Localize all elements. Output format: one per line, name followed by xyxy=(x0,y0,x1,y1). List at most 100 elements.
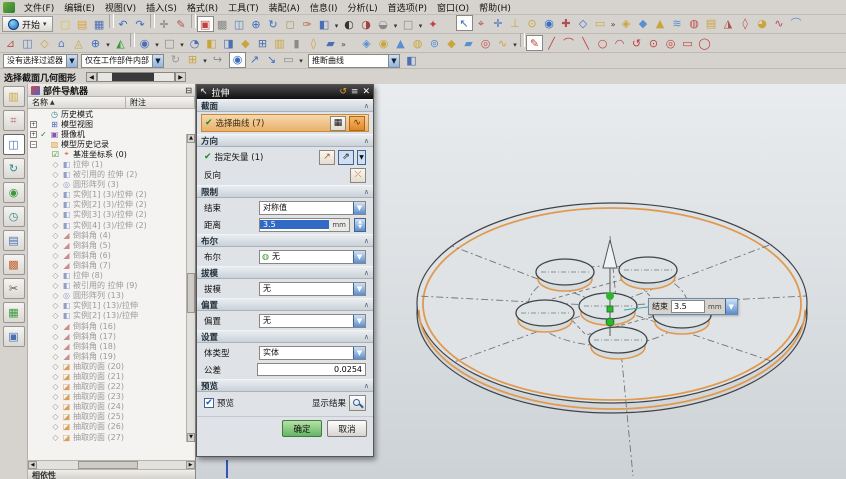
scrollbar-thumb[interactable] xyxy=(78,461,138,469)
menu-item[interactable]: 分析(L) xyxy=(343,3,383,15)
boolean-group-header[interactable]: 布尔 ∧ xyxy=(197,234,373,247)
toolbar-icon[interactable]: ◫ xyxy=(231,16,248,32)
toolbar-icon[interactable]: ◆ xyxy=(237,35,254,51)
settings-group-header[interactable]: 设置 ∧ xyxy=(197,330,373,343)
selection-scope-dropdown[interactable]: 仅在工作部件内部 ▼ xyxy=(81,54,164,68)
toolbar-icon[interactable]: ◍ xyxy=(686,15,703,31)
curve-rule-dropdown[interactable]: 推断曲线 ▼ xyxy=(308,54,400,68)
toolbar-icon[interactable]: ✎ xyxy=(526,35,543,51)
tree-item[interactable]: ◇ ◢ 倒斜角 (4) xyxy=(30,230,195,240)
menu-item[interactable]: 视图(V) xyxy=(100,3,141,15)
toolbar-icon[interactable]: ↪ xyxy=(209,52,226,68)
pager-track[interactable] xyxy=(97,72,175,82)
toolbar-icon[interactable]: ∿ xyxy=(771,15,788,31)
feature-state-icon[interactable]: ◇ xyxy=(51,221,60,230)
toolbar-icon[interactable]: ◈ xyxy=(358,35,375,51)
toolbar-icon[interactable]: ↻ xyxy=(167,52,184,68)
toolbar-icon[interactable]: ✛ xyxy=(156,16,173,32)
feature-state-icon[interactable]: ◇ xyxy=(51,322,60,331)
toolbar-icon[interactable]: ▣ xyxy=(197,16,214,32)
toolbar-icon[interactable]: ▲ xyxy=(652,15,669,31)
expand-toggle-icon[interactable] xyxy=(42,393,49,400)
toolbar-icon[interactable]: □ xyxy=(400,16,417,32)
feature-state-icon[interactable]: ◇ xyxy=(51,281,60,290)
toolbar-icon[interactable]: ◉ xyxy=(541,15,558,31)
menu-item[interactable]: 窗口(O) xyxy=(432,3,474,15)
expand-toggle-icon[interactable] xyxy=(42,373,49,380)
expand-toggle-icon[interactable] xyxy=(42,262,49,269)
tree-item[interactable]: ◇ ◢ 倒斜角 (17) xyxy=(30,331,195,341)
toolbar-icon[interactable]: ▲ xyxy=(392,35,409,51)
pager-left-button[interactable]: ◀ xyxy=(86,72,97,82)
toolbar-icon[interactable]: ↘ xyxy=(263,52,280,68)
toolbar-icon[interactable] xyxy=(150,14,155,28)
expand-toggle-icon[interactable] xyxy=(42,242,49,249)
tree-item[interactable]: ◇ ◎ 圆形阵列 (3) xyxy=(30,180,195,190)
section-dialog-button[interactable]: ▦ xyxy=(330,116,346,131)
toolbar-icon[interactable]: ◇ xyxy=(575,15,592,31)
toolbar-icon[interactable]: ≋ xyxy=(669,15,686,31)
feature-state-icon[interactable]: ☑ xyxy=(51,150,60,159)
feature-state-icon[interactable]: ◇ xyxy=(51,251,60,260)
toolbar-icon[interactable]: ✚ xyxy=(558,15,575,31)
toolbar-icon[interactable]: ◇ xyxy=(36,35,53,51)
toolbar-icon[interactable]: ◒ xyxy=(375,16,392,32)
tree-item[interactable]: + ⊞ 模型视图 xyxy=(30,119,195,129)
distance-input[interactable]: 3.5 mm xyxy=(259,218,350,232)
toolbar-icon[interactable]: ▾ xyxy=(201,54,209,70)
tree-item[interactable]: ◇ ◪ 抽取的面 (27) xyxy=(30,432,195,442)
tree-horizontal-scrollbar[interactable]: ◀ ▶ xyxy=(28,460,195,469)
toolbar-icon[interactable]: ▾ xyxy=(511,37,519,53)
start-button[interactable]: 开始 ▾ xyxy=(2,16,53,32)
scroll-right-icon[interactable]: ▶ xyxy=(186,461,195,469)
toolbar-icon[interactable]: ▮ xyxy=(288,35,305,51)
toolbar-icon[interactable]: ⊕ xyxy=(248,16,265,32)
toolbar-icon[interactable]: ⊙ xyxy=(645,35,662,51)
offset-group-header[interactable]: 偏置 ∧ xyxy=(197,298,373,311)
expand-toggle-icon[interactable] xyxy=(42,423,49,430)
toolbar-icon[interactable]: ⊕ xyxy=(87,35,104,51)
expand-toggle-icon[interactable] xyxy=(42,403,49,410)
toolbar-icon[interactable]: ◔ xyxy=(186,35,203,51)
tree-item[interactable]: ◇ ◧ 实例[1] (3)/拉伸 (2) xyxy=(30,190,195,200)
feature-state-icon[interactable]: ◇ xyxy=(51,392,60,401)
toolbar-icon[interactable]: ◊ xyxy=(737,15,754,31)
onscreen-input-value[interactable]: 3.5 xyxy=(671,300,705,313)
toolbar-icon[interactable]: ◊ xyxy=(305,35,322,51)
cancel-button[interactable]: 取消 xyxy=(327,420,367,437)
toolbar-icon[interactable]: ◬ xyxy=(70,35,87,51)
scrollbar-thumb[interactable] xyxy=(187,273,195,313)
expand-toggle-icon[interactable] xyxy=(42,302,49,309)
toolbar-icon[interactable]: ✛ xyxy=(490,15,507,31)
toolbar-icon[interactable]: ◆ xyxy=(635,15,652,31)
toolbar-icon[interactable]: » xyxy=(609,17,618,33)
toolbar-icon[interactable]: ↶ xyxy=(115,16,132,32)
expand-toggle-icon[interactable] xyxy=(42,272,49,279)
menu-item[interactable]: 信息(I) xyxy=(305,3,343,15)
expand-toggle-icon[interactable] xyxy=(42,201,49,208)
expand-toggle-icon[interactable]: + xyxy=(30,131,37,138)
toolbar-icon[interactable]: ▦ xyxy=(91,16,108,32)
feature-state-icon[interactable]: ◇ xyxy=(51,190,60,199)
expand-toggle-icon[interactable] xyxy=(42,413,49,420)
tree-item[interactable]: ◇ ◧ 被引用的 拉伸 (9) xyxy=(30,281,195,291)
end-limit-dropdown[interactable]: 对称值 ▼ xyxy=(259,201,366,215)
menu-item[interactable]: 插入(S) xyxy=(141,3,182,15)
tree-item[interactable]: ◇ ◢ 倒斜角 (6) xyxy=(30,250,195,260)
expand-toggle-icon[interactable] xyxy=(42,151,49,158)
scroll-down-icon[interactable]: ▼ xyxy=(187,433,195,442)
tree-item[interactable]: ◇ ◪ 抽取的面 (20) xyxy=(30,361,195,371)
expand-toggle-icon[interactable] xyxy=(42,434,49,441)
toolbar-icon[interactable]: ↖ xyxy=(456,15,473,31)
resource-tab[interactable]: ▩ xyxy=(3,254,25,275)
toolbar-icon[interactable]: □ xyxy=(161,35,178,51)
tree-item[interactable]: ◇ ◧ 实例[4] (3)/拉伸 (2) xyxy=(30,220,195,230)
chevron-down-icon[interactable]: ▼ xyxy=(725,299,737,314)
tree-item[interactable]: ◇ ◪ 抽取的面 (21) xyxy=(30,371,195,381)
tree-item[interactable]: ◇ ◪ 抽取的面 (25) xyxy=(30,412,195,422)
toolbar-icon[interactable]: ◎ xyxy=(477,35,494,51)
toolbar-icon[interactable]: ▰ xyxy=(460,35,477,51)
expand-toggle-icon[interactable] xyxy=(42,232,49,239)
toolbar-icon[interactable]: ◉ xyxy=(375,35,392,51)
toolbar-icon[interactable]: ⊞ xyxy=(184,52,201,68)
